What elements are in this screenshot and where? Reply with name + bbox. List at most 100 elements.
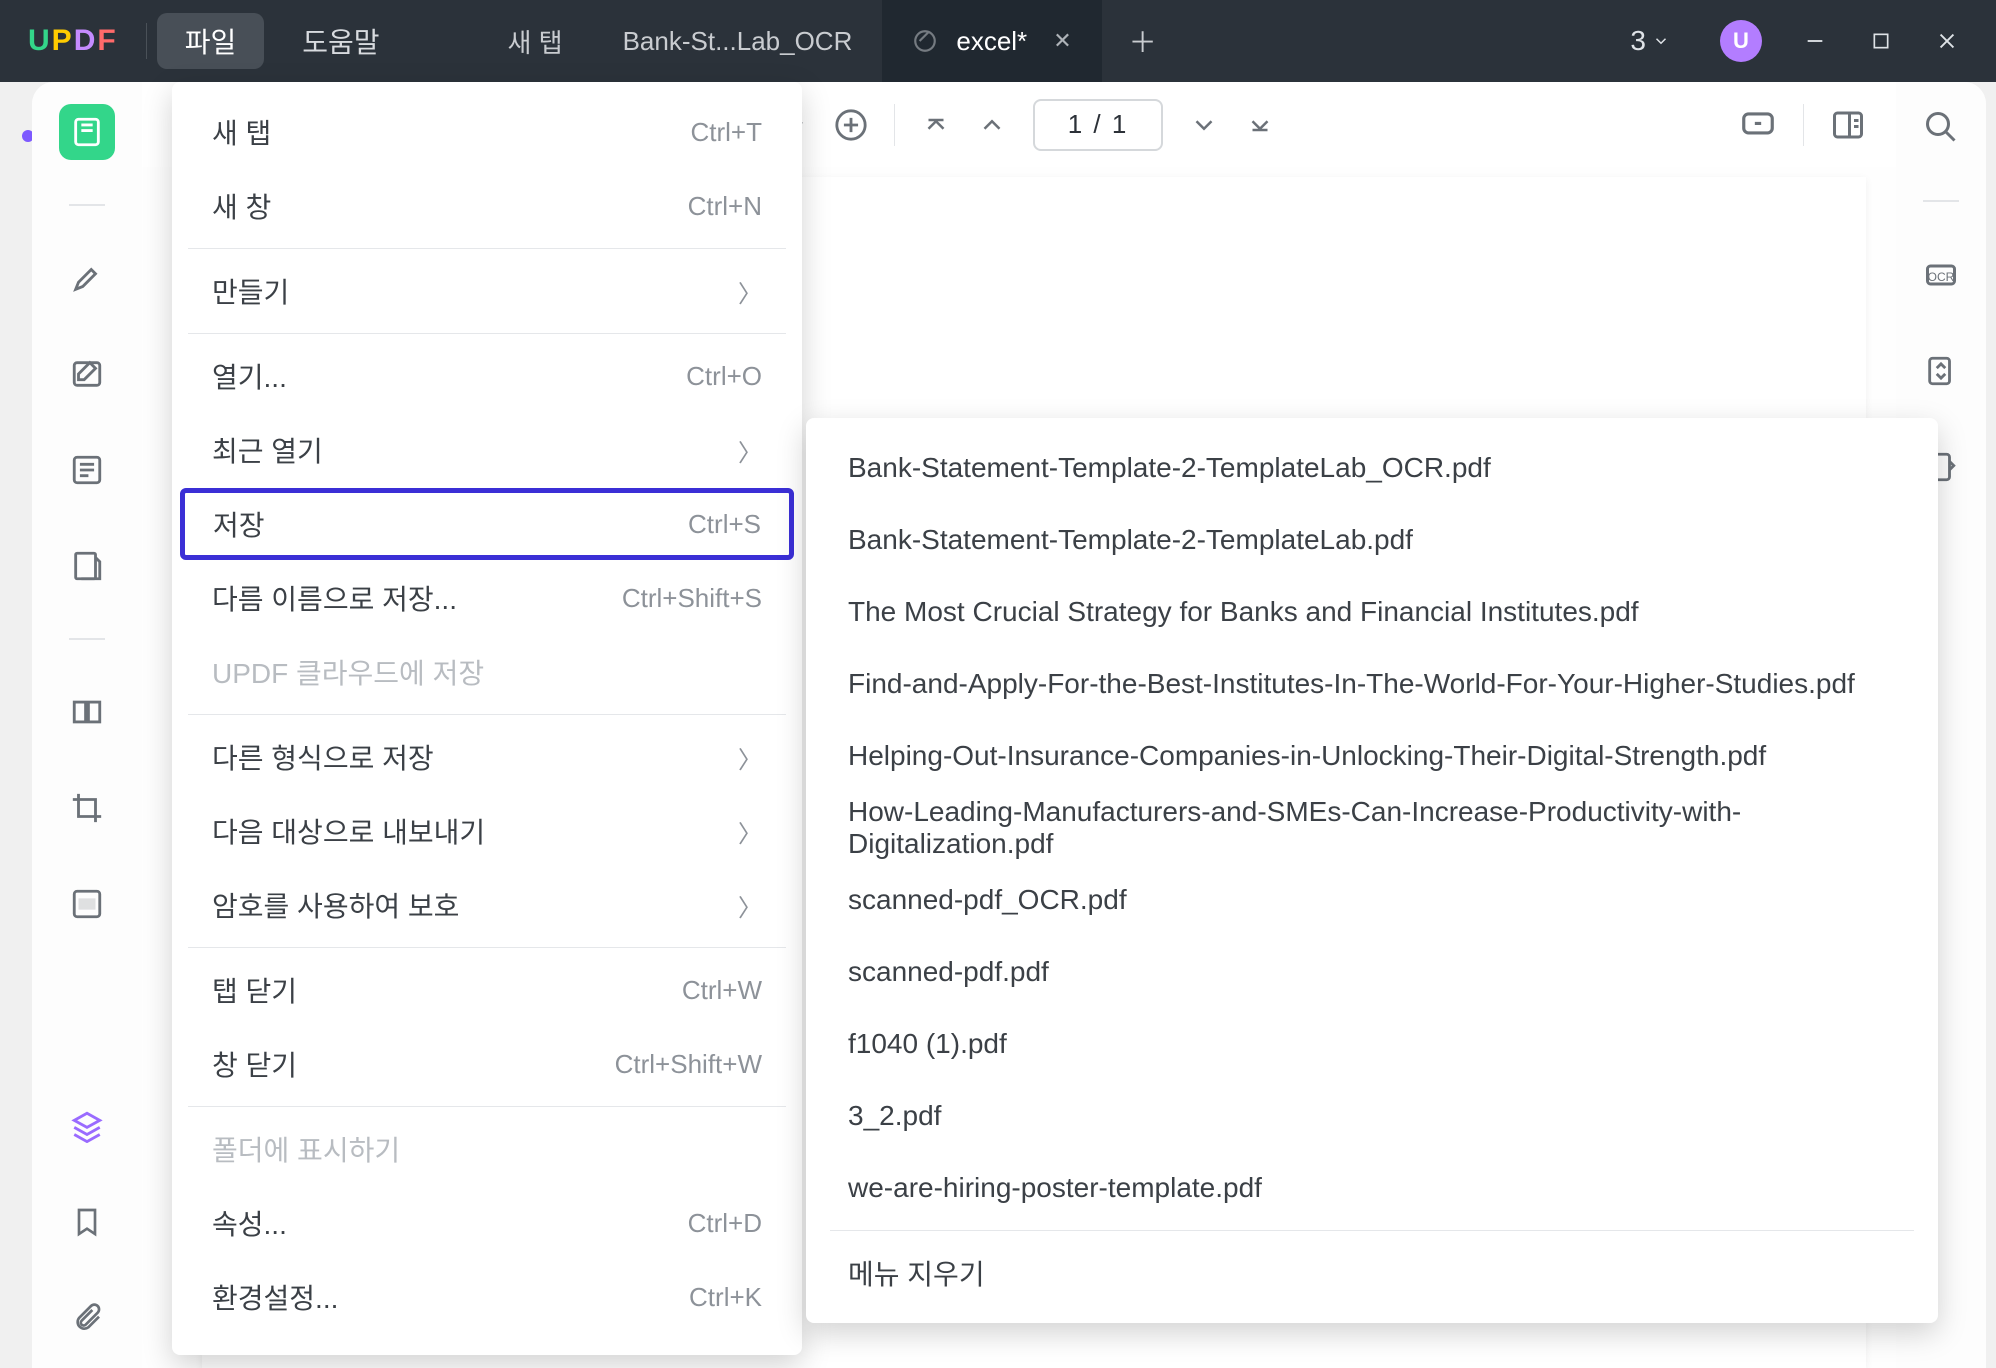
bookmark-tool[interactable] bbox=[59, 1194, 115, 1250]
title-bar: UPDF 파일 도움말 새 탭 Bank-St...Lab_OCR excel*… bbox=[0, 0, 1996, 82]
zoom-in-icon[interactable] bbox=[834, 108, 868, 142]
menu-separator bbox=[188, 714, 786, 715]
chevron-right-icon: 〉 bbox=[738, 274, 762, 309]
recent-file-item[interactable]: Helping-Out-Insurance-Companies-in-Unloc… bbox=[820, 720, 1924, 792]
file-menu: 새 탭Ctrl+T 새 창 Ctrl+N 만들기 〉 열기...Ctrl+O 최근 … bbox=[172, 82, 802, 1355]
recent-file-item[interactable]: 3_2.pdf bbox=[820, 1080, 1924, 1152]
next-page-icon[interactable] bbox=[1189, 110, 1219, 140]
notification-badge[interactable]: 3 bbox=[1630, 25, 1670, 57]
recent-files-submenu: Bank-Statement-Template-2-TemplateLab_OC… bbox=[806, 418, 1938, 1323]
recent-file-item[interactable]: Bank-Statement-Template-2-TemplateLab_OC… bbox=[820, 432, 1924, 504]
menu-shortcut: Ctrl+Shift+S bbox=[622, 583, 762, 614]
prev-page-icon[interactable] bbox=[977, 110, 1007, 140]
left-tool-rail bbox=[32, 82, 142, 1368]
recent-file-item[interactable]: Find-and-Apply-For-the-Best-Institutes-I… bbox=[820, 648, 1924, 720]
tab-bank-ocr[interactable]: Bank-St...Lab_OCR bbox=[593, 0, 883, 82]
window-close[interactable] bbox=[1934, 28, 1960, 54]
menu-item-label: 환경설정... bbox=[212, 1277, 338, 1317]
menu-save-other-format[interactable]: 다른 형식으로 저장〉 bbox=[184, 721, 790, 793]
last-page-icon[interactable] bbox=[1245, 110, 1275, 140]
menu-separator bbox=[830, 1230, 1914, 1231]
menu-item-label: 탭 닫기 bbox=[212, 970, 297, 1010]
menu-item-label: 만들기 bbox=[212, 271, 289, 311]
menu-create[interactable]: 만들기 〉 bbox=[184, 255, 790, 327]
recent-file-item[interactable]: How-Leading-Manufacturers-and-SMEs-Can-I… bbox=[820, 792, 1924, 864]
window-maximize[interactable] bbox=[1868, 28, 1894, 54]
layers-tool[interactable] bbox=[59, 1098, 115, 1154]
convert-icon[interactable] bbox=[1918, 348, 1964, 394]
tab-label: excel* bbox=[956, 26, 1027, 57]
user-avatar[interactable]: U bbox=[1720, 20, 1762, 62]
recent-file-item[interactable]: f1040 (1).pdf bbox=[820, 1008, 1924, 1080]
menu-recent[interactable]: 최근 열기〉 bbox=[184, 414, 790, 486]
annotate-tool[interactable] bbox=[59, 346, 115, 402]
present-icon[interactable] bbox=[1739, 106, 1777, 144]
page-tool[interactable] bbox=[59, 538, 115, 594]
menu-new-tab[interactable]: 새 탭Ctrl+T bbox=[184, 96, 790, 168]
tab-label: 새 탭 bbox=[508, 23, 563, 60]
menubar-separator bbox=[146, 23, 147, 59]
menu-separator bbox=[188, 248, 786, 249]
ocr-icon[interactable]: OCR bbox=[1918, 252, 1964, 298]
menu-new-window[interactable]: 새 창 Ctrl+N bbox=[184, 170, 790, 242]
recent-file-item[interactable]: scanned-pdf_OCR.pdf bbox=[820, 864, 1924, 936]
toolbar-separator bbox=[894, 104, 895, 146]
page-number-input[interactable]: 1 / 1 bbox=[1033, 99, 1163, 151]
form-tool[interactable] bbox=[59, 442, 115, 498]
menu-item-label: 폴더에 표시하기 bbox=[212, 1129, 400, 1169]
menu-separator bbox=[188, 1106, 786, 1107]
menu-shortcut: Ctrl+N bbox=[688, 191, 762, 222]
search-icon[interactable] bbox=[1918, 104, 1964, 150]
tab-close-icon[interactable]: ✕ bbox=[1053, 28, 1071, 54]
menu-item-label: 다른 형식으로 저장 bbox=[212, 737, 434, 777]
chevron-down-icon bbox=[1652, 32, 1670, 50]
menu-help[interactable]: 도움말 bbox=[274, 13, 407, 69]
menu-shortcut: Ctrl+T bbox=[691, 117, 763, 148]
menu-item-label: 다음 대상으로 내보내기 bbox=[212, 811, 485, 851]
crop-tool[interactable] bbox=[59, 780, 115, 836]
menu-file[interactable]: 파일 bbox=[157, 13, 265, 69]
redact-tool[interactable] bbox=[59, 876, 115, 932]
highlight-tool[interactable] bbox=[59, 250, 115, 306]
menu-separator bbox=[188, 333, 786, 334]
menu-properties[interactable]: 속성...Ctrl+D bbox=[184, 1187, 790, 1259]
recent-file-item[interactable]: The Most Crucial Strategy for Banks and … bbox=[820, 576, 1924, 648]
menu-close-window[interactable]: 창 닫기Ctrl+Shift+W bbox=[184, 1028, 790, 1100]
compare-tool[interactable] bbox=[59, 684, 115, 740]
tab-excel[interactable]: excel* ✕ bbox=[882, 0, 1101, 82]
window-controls: 3 U bbox=[1594, 20, 1996, 62]
logo-u: U bbox=[28, 24, 52, 57]
menu-open[interactable]: 열기...Ctrl+O bbox=[184, 340, 790, 412]
menu-preferences[interactable]: 환경설정...Ctrl+K bbox=[184, 1261, 790, 1333]
menu-item-label: 저장 bbox=[213, 504, 265, 544]
menu-save[interactable]: 저장Ctrl+S bbox=[180, 488, 794, 560]
menu-reveal-folder: 폴더에 표시하기 bbox=[184, 1113, 790, 1185]
menu-export[interactable]: 다음 대상으로 내보내기 〉 bbox=[184, 795, 790, 867]
reader-tool[interactable] bbox=[59, 104, 115, 160]
first-page-icon[interactable] bbox=[921, 110, 951, 140]
recent-clear[interactable]: 메뉴 지우기 bbox=[820, 1237, 1924, 1309]
logo-d: D bbox=[74, 24, 98, 57]
menu-item-label: 새 창 bbox=[212, 186, 271, 226]
chevron-right-icon: 〉 bbox=[738, 814, 762, 849]
attachment-tool[interactable] bbox=[59, 1290, 115, 1346]
recent-file-item[interactable]: we-are-hiring-poster-template.pdf bbox=[820, 1152, 1924, 1224]
rail-separator bbox=[69, 204, 105, 206]
menu-save-as[interactable]: 다름 이름으로 저장...Ctrl+Shift+S bbox=[184, 562, 790, 634]
recent-file-item[interactable]: scanned-pdf.pdf bbox=[820, 936, 1924, 1008]
logo-f: F bbox=[97, 24, 117, 57]
menu-separator bbox=[188, 947, 786, 948]
menu-save-cloud: UPDF 클라우드에 저장 bbox=[184, 636, 790, 708]
rail-separator bbox=[1923, 200, 1959, 202]
menu-item-label: 속성... bbox=[212, 1203, 287, 1243]
recent-file-item[interactable]: Bank-Statement-Template-2-TemplateLab.pd… bbox=[820, 504, 1924, 576]
badge-count: 3 bbox=[1630, 25, 1646, 57]
add-tab-button[interactable]: ＋ bbox=[1118, 16, 1168, 66]
menu-shortcut: Ctrl+Shift+W bbox=[615, 1049, 762, 1080]
tab-new[interactable]: 새 탭 bbox=[478, 0, 593, 82]
side-panel-icon[interactable] bbox=[1830, 107, 1866, 143]
menu-protect[interactable]: 암호를 사용하여 보호〉 bbox=[184, 869, 790, 941]
menu-item-label: UPDF 클라우드에 저장 bbox=[212, 652, 484, 692]
menu-close-tab[interactable]: 탭 닫기Ctrl+W bbox=[184, 954, 790, 1026]
window-minimize[interactable] bbox=[1802, 28, 1828, 54]
